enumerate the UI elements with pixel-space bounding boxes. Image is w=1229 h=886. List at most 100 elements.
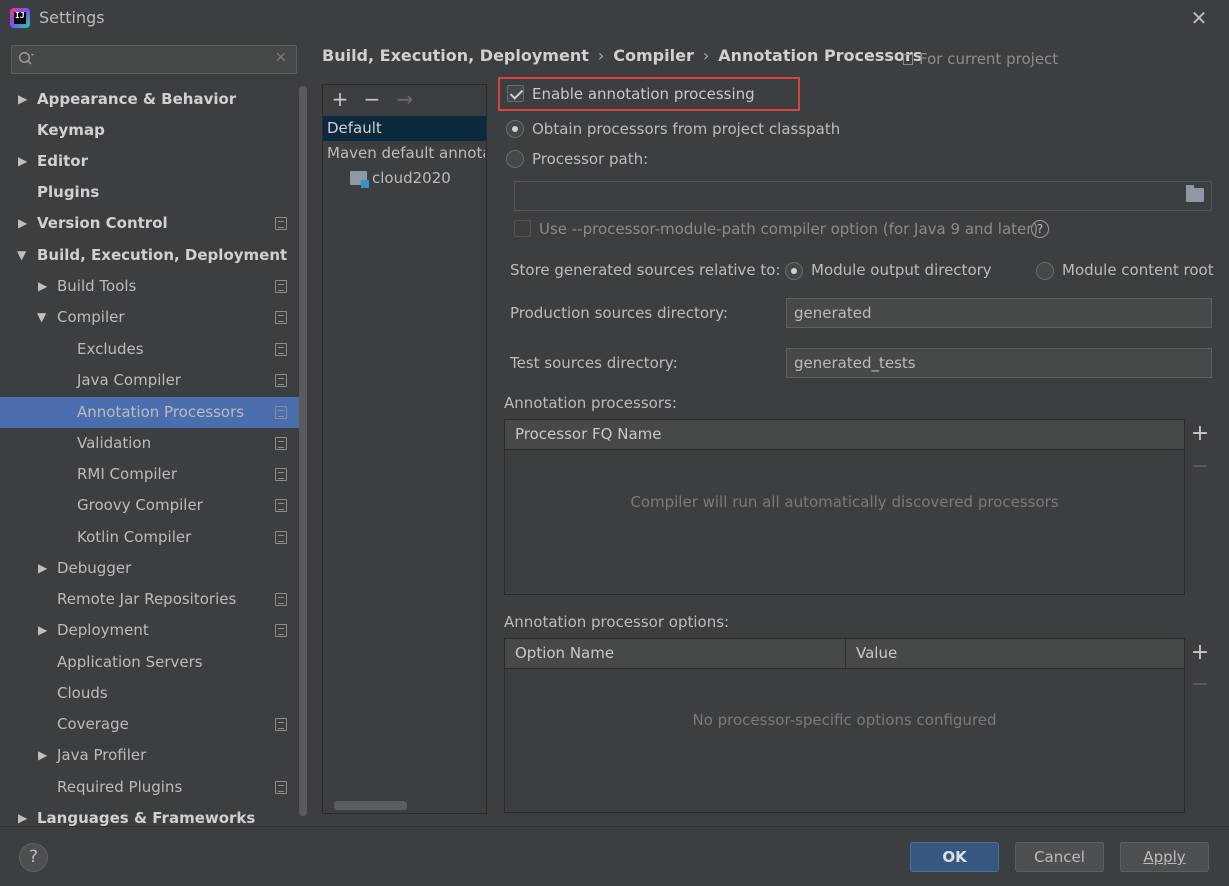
module-output-directory-radio[interactable] <box>785 262 803 280</box>
add-option-button[interactable]: + <box>1188 641 1212 665</box>
sidebar-item-required-plugins[interactable]: Required Plugins <box>0 772 307 803</box>
obtain-from-classpath-radio[interactable] <box>506 120 524 138</box>
sidebar-item-clouds[interactable]: Clouds <box>0 678 307 709</box>
sidebar-item-java-compiler[interactable]: Java Compiler <box>0 365 307 396</box>
remove-processor-button[interactable]: − <box>1188 455 1212 479</box>
test-sources-field[interactable]: generated_tests <box>786 348 1212 378</box>
profile-maven-default[interactable]: Maven default annotation processors prof… <box>327 143 485 163</box>
expand-arrow-icon[interactable]: ▶ <box>18 208 30 239</box>
search-icon <box>18 51 34 65</box>
sidebar-item-validation[interactable]: Validation <box>0 428 307 459</box>
add-profile-button[interactable]: + <box>328 85 352 114</box>
browse-folder-icon[interactable] <box>1186 185 1204 202</box>
sidebar-item-coverage[interactable]: Coverage <box>0 709 307 740</box>
add-processor-button[interactable]: + <box>1188 422 1212 446</box>
processor-module-path-label[interactable]: Use --processor-module-path compiler opt… <box>539 219 1038 239</box>
sidebar-item-debugger[interactable]: ▶ Debugger <box>0 553 307 584</box>
sidebar-item-kotlin-compiler[interactable]: Kotlin Compiler <box>0 522 307 553</box>
module-output-directory-label[interactable]: Module output directory <box>811 260 992 280</box>
enable-annotation-processing-label[interactable]: Enable annotation processing <box>532 84 755 104</box>
sidebar-item-groovy-compiler[interactable]: Groovy Compiler <box>0 490 307 521</box>
project-scope-icon <box>275 406 287 419</box>
sidebar-item-build-execution-deployment[interactable]: ▼ Build, Execution, Deployment <box>0 240 307 271</box>
sidebar-scrollbar[interactable] <box>299 86 307 816</box>
processor-module-path-checkbox[interactable] <box>514 220 531 237</box>
sidebar-item-label: Compiler <box>57 308 125 326</box>
profiles-horizontal-scrollbar[interactable] <box>334 801 407 810</box>
cancel-button[interactable]: Cancel <box>1015 842 1104 872</box>
breadcrumb-item[interactable]: Compiler <box>613 46 694 65</box>
table-header: Processor FQ Name <box>505 420 1184 450</box>
logo-text: IJ <box>15 11 25 20</box>
annotation-processors-table[interactable]: Processor FQ Name Compiler will run all … <box>504 419 1185 595</box>
processor-path-label[interactable]: Processor path: <box>532 149 648 169</box>
search-input[interactable] <box>11 45 297 74</box>
ok-button[interactable]: OK <box>910 842 999 872</box>
sidebar-item-label: Application Servers <box>57 653 203 671</box>
module-content-root-label[interactable]: Module content root <box>1062 260 1214 280</box>
store-generated-label: Store generated sources relative to: <box>510 261 781 279</box>
project-scope-icon <box>275 531 287 544</box>
sidebar-item-keymap[interactable]: Keymap <box>0 115 307 146</box>
sidebar-item-label: Excludes <box>77 340 144 358</box>
expand-arrow-icon[interactable]: ▶ <box>38 271 50 302</box>
breadcrumb-separator: › <box>597 46 605 65</box>
collapse-arrow-icon[interactable]: ▼ <box>17 240 29 271</box>
sidebar-item-remote-jar-repositories[interactable]: Remote Jar Repositories <box>0 584 307 615</box>
module-folder-icon <box>350 171 369 188</box>
profile-default[interactable]: Default <box>323 116 486 141</box>
project-scope-icon <box>275 499 287 512</box>
close-icon[interactable]: ✕ <box>1188 7 1210 29</box>
sidebar-item-appearance-behavior[interactable]: ▶ Appearance & Behavior <box>0 84 307 115</box>
sidebar-item-label: Remote Jar Repositories <box>57 590 237 608</box>
sidebar-item-build-tools[interactable]: ▶ Build Tools <box>0 271 307 302</box>
profiles-panel <box>322 84 487 814</box>
sidebar-item-version-control[interactable]: ▶ Version Control <box>0 208 307 239</box>
sidebar-item-languages-frameworks[interactable]: ▶ Languages & Frameworks <box>0 803 307 826</box>
processor-options-table[interactable]: Option Name Value No processor-specific … <box>504 638 1185 813</box>
column-header-processor-fq-name[interactable]: Processor FQ Name <box>505 420 1184 449</box>
module-item[interactable]: cloud2020 <box>350 168 451 188</box>
expand-arrow-icon[interactable]: ▶ <box>18 803 30 826</box>
sidebar-item-excludes[interactable]: Excludes <box>0 334 307 365</box>
enable-annotation-processing-checkbox[interactable] <box>507 85 524 102</box>
sidebar-item-label: Java Compiler <box>77 371 181 389</box>
sidebar-item-java-profiler[interactable]: ▶ Java Profiler <box>0 740 307 771</box>
remove-option-button[interactable]: − <box>1188 673 1212 697</box>
help-button[interactable]: ? <box>19 843 48 872</box>
module-content-root-radio[interactable] <box>1036 262 1054 280</box>
breadcrumb-item[interactable]: Build, Execution, Deployment <box>322 46 589 65</box>
sidebar-item-rmi-compiler[interactable]: RMI Compiler <box>0 459 307 490</box>
sidebar-item-application-servers[interactable]: Application Servers <box>0 647 307 678</box>
remove-profile-button[interactable]: − <box>360 85 384 114</box>
move-to-profile-button[interactable]: → <box>393 85 417 114</box>
expand-arrow-icon[interactable]: ▶ <box>38 740 50 771</box>
column-header-option-name[interactable]: Option Name <box>505 639 845 668</box>
sidebar-item-label: Appearance & Behavior <box>37 90 237 108</box>
test-sources-label: Test sources directory: <box>510 354 678 372</box>
profiles-toolbar: + − → <box>323 85 486 114</box>
expand-arrow-icon[interactable]: ▶ <box>18 84 30 115</box>
apply-button[interactable]: Apply <box>1120 842 1209 872</box>
help-icon[interactable]: ? <box>1031 220 1049 238</box>
expand-arrow-icon[interactable]: ▶ <box>38 615 50 646</box>
sidebar-item-label: Clouds <box>57 684 108 702</box>
breadcrumb-separator: › <box>702 46 710 65</box>
processor-path-field[interactable] <box>514 181 1212 211</box>
sidebar-item-plugins[interactable]: Plugins <box>0 177 307 208</box>
search-field[interactable] <box>40 48 270 71</box>
processor-path-radio[interactable] <box>506 150 524 168</box>
project-scope-icon <box>275 217 287 230</box>
expand-arrow-icon[interactable]: ▶ <box>18 146 30 177</box>
production-sources-field[interactable]: generated <box>786 298 1212 328</box>
column-header-value[interactable]: Value <box>845 639 1184 668</box>
sidebar-item-annotation-processors[interactable]: Annotation Processors <box>0 397 307 428</box>
sidebar-item-editor[interactable]: ▶ Editor <box>0 146 307 177</box>
collapse-arrow-icon[interactable]: ▼ <box>37 302 49 333</box>
sidebar-item-deployment[interactable]: ▶ Deployment <box>0 615 307 646</box>
expand-arrow-icon[interactable]: ▶ <box>38 553 50 584</box>
sidebar-item-label: Kotlin Compiler <box>77 528 192 546</box>
sidebar-item-compiler[interactable]: ▼ Compiler <box>0 302 307 333</box>
obtain-from-classpath-label[interactable]: Obtain processors from project classpath <box>532 119 840 139</box>
clear-search-icon[interactable]: ✕ <box>275 50 287 66</box>
